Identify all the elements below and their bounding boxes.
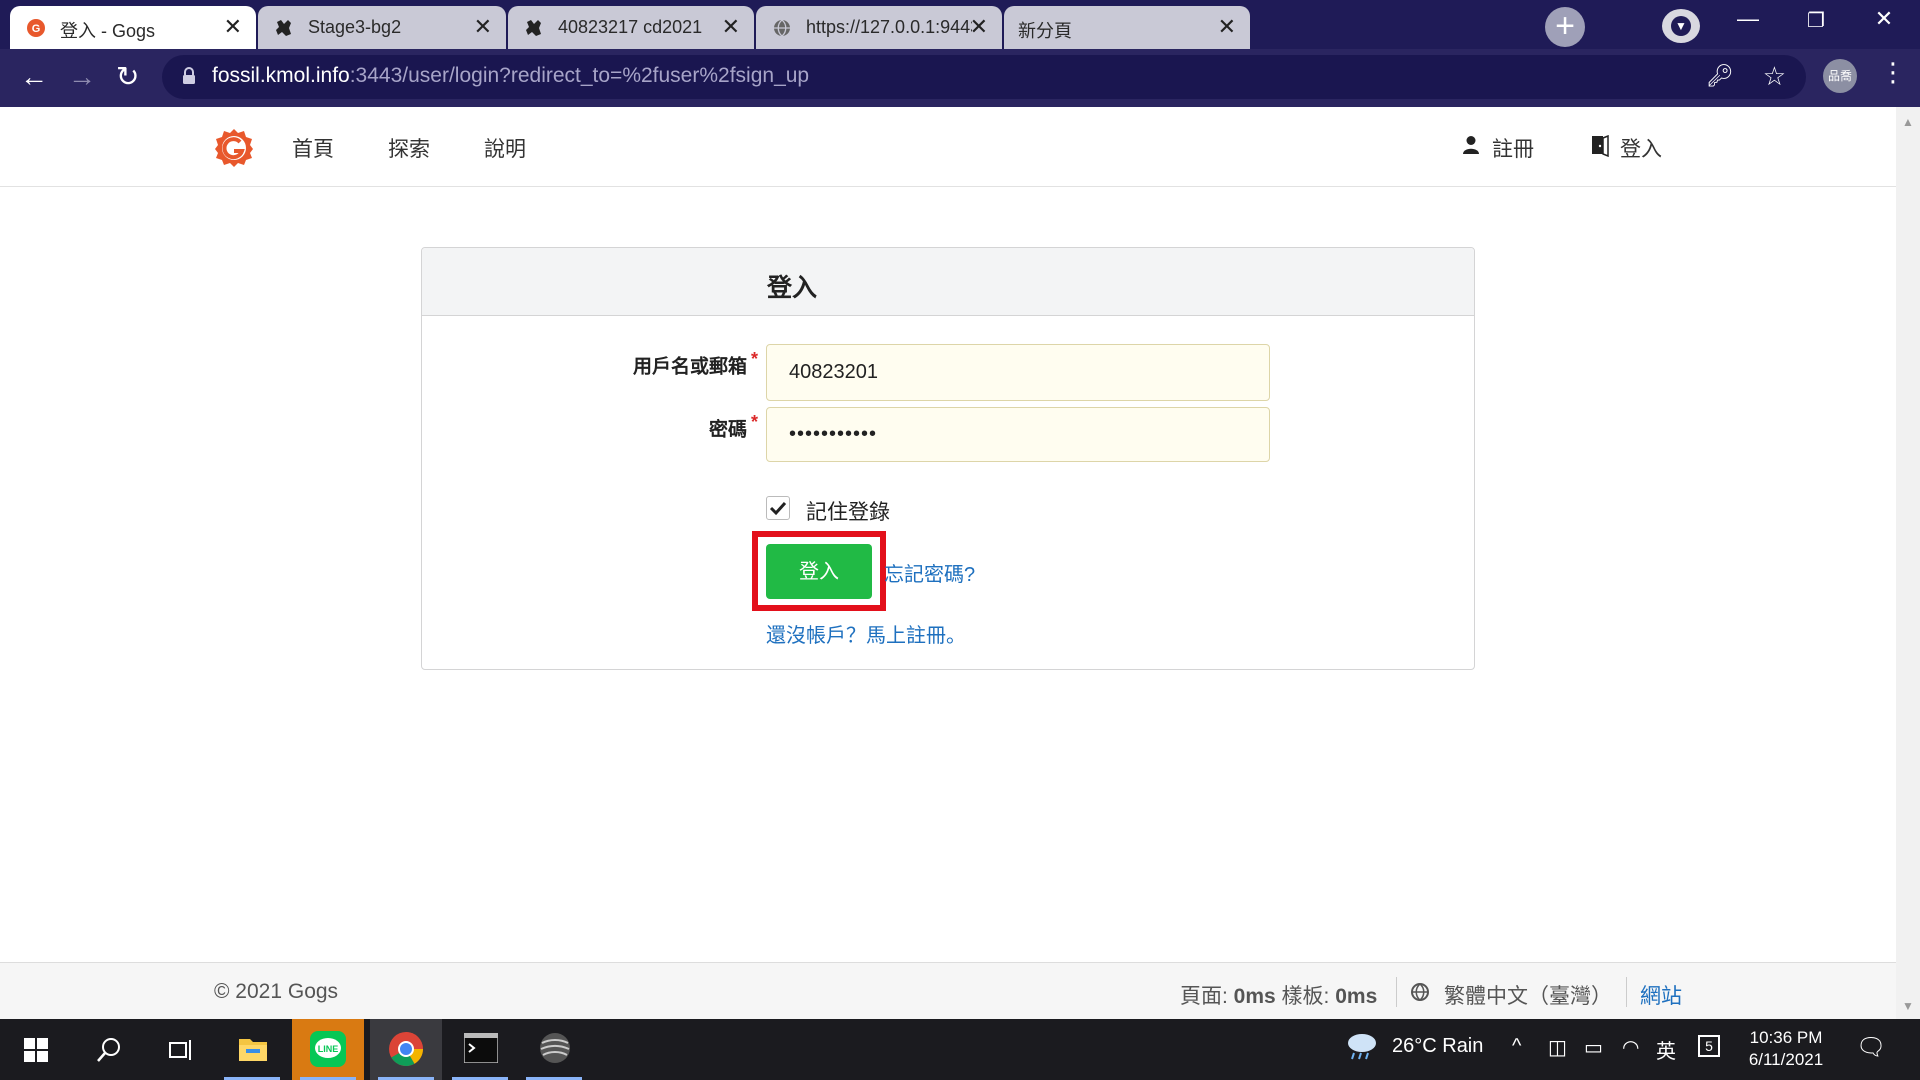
highlight-box <box>752 531 886 611</box>
globe-icon <box>774 19 790 37</box>
terminal-icon[interactable] <box>444 1019 516 1080</box>
login-form-card: 登入 用戶名或郵箱 * 40823201 密碼 * ••••••••••• 記住登錄… <box>421 247 1475 670</box>
password-input[interactable]: ••••••••••• <box>766 407 1270 462</box>
tab-cd2021[interactable]: 40823217 cd2021 ✕ <box>508 6 754 49</box>
gogs-icon: G <box>27 19 45 37</box>
forward-arrow-icon[interactable]: → <box>68 61 96 93</box>
tab-title: 40823217 cd2021 <box>558 17 703 37</box>
signup-link[interactable]: 還沒帳戶？馬上註冊。 <box>766 619 966 648</box>
gogs-logo-icon[interactable] <box>213 127 255 169</box>
form-title: 登入 <box>767 274 818 302</box>
nav-explore[interactable]: 探索 <box>388 133 430 163</box>
meet-now-icon[interactable]: ◫ <box>1548 1035 1567 1060</box>
windows-start-icon[interactable] <box>0 1019 72 1080</box>
close-tab-icon[interactable]: ✕ <box>970 14 988 40</box>
site-footer: © 2021 Gogs 頁面: 0ms 樣板: 0ms 繁體中文（臺灣） 網站 <box>0 962 1896 1019</box>
input-mode-icon[interactable]: 5 <box>1698 1035 1720 1057</box>
back-arrow-icon[interactable]: ← <box>20 61 48 93</box>
tab-title: https://127.0.0.1:9443/ger <box>806 17 972 37</box>
more-menu-icon[interactable]: ⋮ <box>1880 57 1906 88</box>
svg-text:G: G <box>32 23 41 35</box>
profile-avatar[interactable]: 品喬 <box>1823 59 1857 93</box>
user-icon <box>1463 136 1479 154</box>
close-tab-icon[interactable]: ✕ <box>474 14 492 40</box>
weather-widget[interactable]: 26°C Rain <box>1344 1034 1483 1060</box>
website-link[interactable]: 網站 <box>1640 980 1682 1010</box>
tab-localhost[interactable]: https://127.0.0.1:9443/ger ✕ <box>756 6 1002 49</box>
timing-text: 頁面: 0ms 樣板: 0ms <box>1180 985 1378 1008</box>
globe-icon <box>1411 983 1429 1001</box>
fossil-icon <box>276 20 291 36</box>
minimize-button[interactable]: — <box>1718 6 1778 32</box>
browser-toolbar: ← → ↻ fossil.kmol.info:3443/user/login?r… <box>0 49 1920 107</box>
chrome-icon[interactable] <box>370 1019 442 1080</box>
forgot-password-link[interactable]: 忘記密碼? <box>884 558 975 587</box>
username-input[interactable]: 40823201 <box>766 344 1270 401</box>
tab-search-button[interactable]: ▼ <box>1662 9 1700 43</box>
page-content: 首頁 探索 說明 註冊 登入 登入 用戶名或郵箱 * 40823201 密碼 * •… <box>0 107 1896 1019</box>
copyright-text: © 2021 Gogs <box>214 980 339 1003</box>
app-sphere-icon[interactable] <box>518 1019 590 1080</box>
sign-in-icon <box>1592 135 1609 157</box>
scroll-up-icon[interactable]: ▲ <box>1902 115 1914 129</box>
lock-icon <box>183 67 195 84</box>
language-selector[interactable]: 繁體中文（臺灣） <box>1410 980 1612 1010</box>
login-link[interactable]: 登入 <box>1589 133 1662 163</box>
task-view-icon[interactable] <box>144 1019 216 1080</box>
reload-icon[interactable]: ↻ <box>116 61 139 93</box>
tab-gogs-login[interactable]: G 登入 - Gogs ✕ <box>10 6 256 49</box>
fossil-icon <box>526 20 541 36</box>
password-label: 密碼 * <box>708 412 758 441</box>
checkmark-icon <box>769 501 787 516</box>
search-icon[interactable] <box>72 1019 144 1080</box>
ime-indicator[interactable]: 英 <box>1656 1035 1676 1064</box>
tab-stage3[interactable]: Stage3-bg2 ✕ <box>258 6 506 49</box>
chevron-down-icon: ▼ <box>1671 16 1691 36</box>
line-app-icon[interactable]: LINE <box>292 1019 364 1080</box>
nav-help[interactable]: 說明 <box>484 133 526 163</box>
clock[interactable]: 10:36 PM 6/11/2021 <box>1730 1027 1842 1071</box>
close-window-button[interactable]: ✕ <box>1854 6 1914 32</box>
close-tab-icon[interactable]: ✕ <box>722 14 740 40</box>
address-bar[interactable]: fossil.kmol.info:3443/user/login?redirec… <box>162 55 1806 99</box>
browser-tab-bar: G 登入 - Gogs ✕ Stage3-bg2 ✕ 40823217 cd20… <box>0 0 1920 49</box>
wifi-icon[interactable]: ◠ <box>1622 1035 1639 1060</box>
rain-cloud-icon <box>1348 1034 1376 1060</box>
battery-icon[interactable]: ▭ <box>1584 1035 1603 1060</box>
svg-text:LINE: LINE <box>318 1044 339 1054</box>
footer-divider <box>1396 977 1397 1007</box>
chevron-up-icon[interactable]: ^ <box>1512 1035 1521 1058</box>
new-tab-button[interactable]: + <box>1545 7 1585 47</box>
tab-title: 新分頁 <box>1018 21 1072 41</box>
url-text: fossil.kmol.info:3443/user/login?redirec… <box>212 64 810 87</box>
key-icon[interactable]: 🔑︎ <box>1706 63 1734 89</box>
star-icon[interactable]: ☆ <box>1763 61 1786 92</box>
register-link[interactable]: 註冊 <box>1462 133 1534 163</box>
site-header: 首頁 探索 說明 註冊 登入 <box>0 107 1896 187</box>
scroll-down-icon[interactable]: ▼ <box>1902 999 1914 1013</box>
tab-title: 登入 - Gogs <box>60 21 156 41</box>
nav-home[interactable]: 首頁 <box>292 133 334 163</box>
card-header: 登入 <box>422 248 1474 316</box>
close-tab-icon[interactable]: ✕ <box>224 14 242 40</box>
footer-divider <box>1626 977 1627 1007</box>
notification-icon[interactable]: 🗨︎ <box>1856 1033 1886 1062</box>
tab-new[interactable]: 新分頁 ✕ <box>1004 6 1250 49</box>
page-scrollbar[interactable]: ▲ ▼ <box>1896 107 1920 1019</box>
restore-button[interactable]: ❐ <box>1786 8 1846 33</box>
windows-taskbar: LINE 26°C Rain ^ ◫ ▭ ◠ 英 5 10:36 PM 6/11/… <box>0 1019 1920 1080</box>
file-explorer-icon[interactable] <box>216 1019 288 1080</box>
tab-title: Stage3-bg2 <box>308 17 402 37</box>
username-label: 用戶名或郵箱 * <box>632 349 758 378</box>
remember-label[interactable]: 記住登錄 <box>806 496 890 526</box>
close-tab-icon[interactable]: ✕ <box>1218 14 1236 40</box>
remember-checkbox[interactable] <box>766 496 790 520</box>
